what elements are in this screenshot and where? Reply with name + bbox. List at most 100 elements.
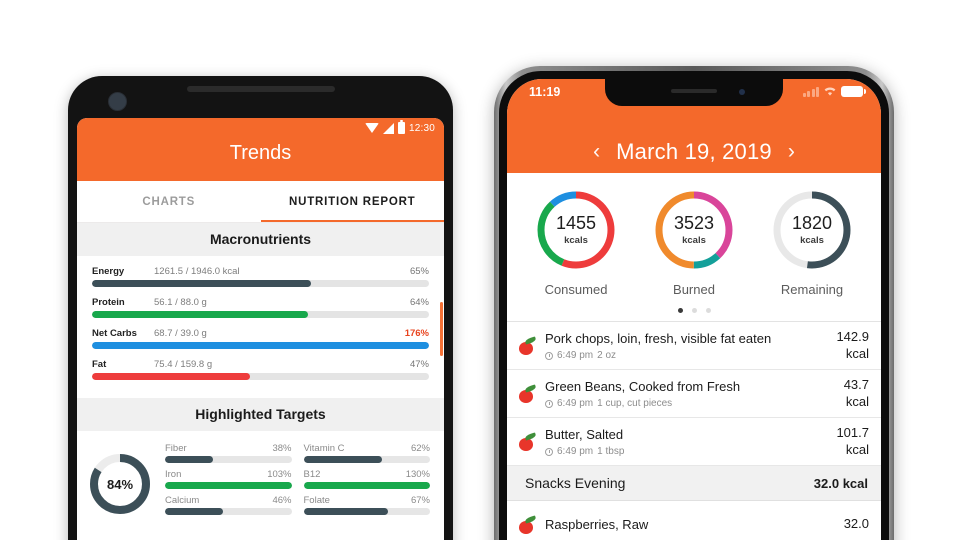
overall-progress-ring: 84% (87, 451, 153, 517)
android-tab-bar: CHARTS NUTRITION REPORT (77, 181, 444, 223)
ring-center-text: 1820 kcals (769, 187, 855, 273)
food-item-kcal-value: 43.7 (843, 377, 869, 393)
progress-fill (303, 456, 382, 463)
macro-percent: 47% (409, 359, 429, 370)
macro-percent: 65% (409, 266, 429, 277)
page-dot-2[interactable] (691, 308, 697, 313)
battery-icon (841, 86, 866, 97)
progress-track (303, 508, 430, 515)
signal-icon (382, 122, 394, 134)
macro-row[interactable]: Net Carbs 68.7 / 39.0 g 176% (92, 328, 429, 349)
ring-label: Consumed (544, 282, 608, 297)
list-item[interactable]: Raspberries, Raw 32.0 (507, 501, 881, 540)
ring-remaining-chart: 1820 kcals (769, 187, 855, 273)
clock-icon (545, 399, 553, 408)
macro-name: Energy (92, 266, 125, 277)
macronutrients-heading: Macronutrients (77, 223, 444, 256)
food-item-calories: 142.9 kcal (821, 329, 869, 362)
progress-fill (303, 508, 389, 515)
progress-track (303, 456, 430, 463)
macronutrients-list: Energy 1261.5 / 1946.0 kcal 65% Protein … (77, 256, 444, 398)
battery-icon (397, 120, 405, 134)
prev-day-button[interactable]: ‹ (593, 140, 600, 164)
page-title: Trends (229, 142, 292, 164)
vertical-scrollbar[interactable] (440, 302, 443, 356)
iphone-status-icons (802, 86, 866, 97)
page-dot-3[interactable] (705, 308, 711, 313)
earpiece-speaker (671, 89, 717, 93)
progress-fill (165, 508, 224, 515)
progress-fill (92, 342, 429, 349)
target-name: B12 (303, 469, 321, 480)
iphone-screen: 11:19 ‹ March 19, 2019 › 1455 kcals Cons… (507, 79, 881, 540)
ring-consumed[interactable]: 1455 kcals Consumed (521, 187, 631, 297)
meal-calories: 32.0 kcal (813, 475, 868, 491)
food-item-details: Pork chops, loin, fresh, visible fat eat… (545, 330, 813, 361)
progress-fill (92, 311, 308, 318)
ring-value: 1820 (791, 213, 833, 234)
progress-track (92, 342, 429, 349)
tab-charts-label: CHARTS (142, 195, 196, 208)
target-item[interactable]: Iron 103% (165, 469, 292, 489)
android-status-bar: 12:30 (364, 120, 435, 134)
food-item-subtitle: 6:49 pm 1 tbsp (545, 446, 813, 457)
status-bar-clock: 12:30 (408, 122, 435, 134)
target-item[interactable]: Vitamin C 62% (303, 443, 430, 463)
progress-track (165, 508, 292, 515)
target-percent: 67% (410, 495, 430, 506)
apple-icon (517, 383, 537, 405)
next-day-button[interactable]: › (788, 140, 795, 164)
iphone-mockup: 11:19 ‹ March 19, 2019 › 1455 kcals Cons… (494, 66, 894, 540)
food-item-kcal-unit: kcal (845, 345, 869, 361)
food-item-calories: 32.0 (821, 516, 869, 532)
ring-center-text: 3523 kcals (651, 187, 737, 273)
macro-row[interactable]: Energy 1261.5 / 1946.0 kcal 65% (92, 266, 429, 287)
target-item[interactable]: Fiber 38% (165, 443, 292, 463)
target-item[interactable]: B12 130% (303, 469, 430, 489)
highlighted-targets-body: 84% Fiber 38% Vitamin C 62% Iron 103% B1… (77, 431, 444, 517)
food-log-list: Pork chops, loin, fresh, visible fat eat… (507, 321, 881, 540)
ring-remaining[interactable]: 1820 kcals Remaining (757, 187, 867, 297)
progress-fill (303, 482, 430, 489)
food-item-serving: 2 oz (597, 350, 617, 361)
target-item[interactable]: Calcium 46% (165, 495, 292, 515)
progress-track (165, 456, 292, 463)
ring-label: Remaining (780, 282, 844, 297)
date-navigator: ‹ March 19, 2019 › (507, 139, 881, 165)
page-indicator[interactable] (507, 301, 881, 321)
iphone-header: 11:19 ‹ March 19, 2019 › (507, 79, 881, 173)
progress-fill (165, 482, 292, 489)
wifi-icon (823, 86, 837, 97)
wifi-icon (364, 123, 379, 133)
ring-unit: kcals (564, 234, 588, 246)
earpiece-speaker (186, 86, 335, 92)
list-item[interactable]: Pork chops, loin, fresh, visible fat eat… (507, 322, 881, 370)
status-bar-clock: 11:19 (529, 85, 561, 99)
food-item-serving: 1 cup, cut pieces (597, 398, 673, 409)
tab-nutrition-report[interactable]: NUTRITION REPORT (260, 181, 445, 222)
food-item-kcal-unit: kcal (845, 441, 869, 457)
food-item-title: Green Beans, Cooked from Fresh (545, 379, 741, 394)
food-item-time: 6:49 pm (557, 446, 594, 457)
android-phone-mockup: 12:30 Trends CHARTS NUTRITION REPORT Mac… (68, 76, 453, 540)
list-item[interactable]: Butter, Salted 6:49 pm 1 tbsp 101.7 kcal (507, 418, 881, 466)
macro-row[interactable]: Protein 56.1 / 88.0 g 64% (92, 297, 429, 318)
page-dot-1[interactable] (677, 308, 683, 313)
meal-section-header[interactable]: Snacks Evening 32.0 kcal (507, 466, 881, 501)
list-item[interactable]: Green Beans, Cooked from Fresh 6:49 pm 1… (507, 370, 881, 418)
ring-value: 3523 (673, 213, 715, 234)
food-item-subtitle: 6:49 pm 1 cup, cut pieces (545, 398, 813, 409)
android-screen: 12:30 Trends CHARTS NUTRITION REPORT Mac… (77, 118, 444, 540)
front-camera-icon (108, 92, 127, 111)
macro-row[interactable]: Fat 75.4 / 159.8 g 47% (92, 359, 429, 380)
macro-values: 1261.5 / 1946.0 kcal (154, 266, 240, 277)
target-item[interactable]: Folate 67% (303, 495, 430, 515)
ring-burned[interactable]: 3523 kcals Burned (639, 187, 749, 297)
clock-icon (545, 447, 553, 456)
tab-nutrition-report-label: NUTRITION REPORT (288, 195, 416, 208)
tab-charts[interactable]: CHARTS (77, 181, 261, 222)
food-item-kcal-value: 32.0 (843, 516, 869, 532)
ring-label: Burned (673, 282, 715, 297)
apple-icon (517, 514, 537, 536)
macro-name: Protein (92, 297, 125, 308)
